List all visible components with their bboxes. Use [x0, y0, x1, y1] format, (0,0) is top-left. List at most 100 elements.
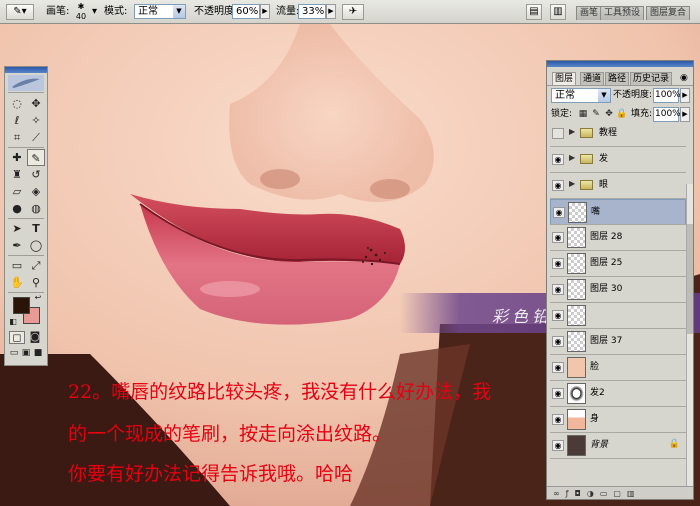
layer-row-selected[interactable]: ◉ 嘴: [550, 199, 686, 225]
panel-menu-icon[interactable]: ◉: [678, 72, 690, 85]
paint-bucket-tool-icon[interactable]: ◈: [27, 183, 45, 200]
eye-icon[interactable]: ◉: [552, 284, 564, 295]
layer-row[interactable]: ◉ ▶ 眼: [550, 173, 686, 199]
layer-style-icon[interactable]: ƒ: [566, 489, 575, 498]
brush-icon[interactable]: ✎▾: [6, 4, 34, 20]
panel-titlebar[interactable]: [547, 61, 693, 67]
fill-slider-button[interactable]: ▶: [680, 107, 690, 122]
layer-opacity-slider-button[interactable]: ▶: [680, 88, 690, 103]
brush-preset-picker[interactable]: ✱ 40: [72, 2, 90, 22]
default-colors-icon[interactable]: ◧: [8, 317, 18, 327]
layer-row[interactable]: ◉ 图层 37: [550, 329, 686, 355]
eye-icon[interactable]: ◉: [552, 258, 564, 269]
airbrush-icon[interactable]: ✈: [342, 4, 364, 20]
tab-brushes[interactable]: 画笔: [576, 6, 603, 20]
eye-icon[interactable]: ◉: [552, 180, 564, 191]
layer-list-scrollbar[interactable]: [686, 184, 693, 489]
fill-input[interactable]: 100%: [653, 107, 681, 122]
layer-row[interactable]: ▶ 教程: [550, 121, 686, 147]
tab-layers[interactable]: 图层: [552, 72, 577, 85]
layer-row[interactable]: ◉ 图层 25: [550, 251, 686, 277]
eye-icon[interactable]: ◉: [552, 362, 564, 373]
document-icon[interactable]: ▥: [550, 4, 566, 20]
layer-row[interactable]: ◉ ▶ 发: [550, 147, 686, 173]
brush-tool-icon[interactable]: ✎: [27, 149, 45, 166]
tab-channels[interactable]: 通道: [580, 72, 605, 85]
history-brush-tool-icon[interactable]: ↺: [27, 166, 45, 183]
layer-row[interactable]: ◉ 身: [550, 407, 686, 433]
swap-colors-icon[interactable]: ↩: [33, 293, 43, 303]
screen-mode-menu-icon[interactable]: ▣: [20, 347, 32, 360]
feather-logo-icon[interactable]: [8, 75, 44, 91]
type-tool-icon[interactable]: T: [27, 220, 45, 237]
eraser-tool-icon[interactable]: ▱: [8, 183, 26, 200]
screen-mode-full-icon[interactable]: ■: [32, 347, 44, 360]
lock-transparent-icon[interactable]: ▦: [577, 107, 589, 121]
tab-layer-comps[interactable]: 图层复合: [646, 6, 691, 20]
tab-paths[interactable]: 路径: [605, 72, 630, 85]
visibility-toggle[interactable]: [552, 128, 564, 139]
standard-mode-icon[interactable]: ◻: [9, 331, 25, 344]
layer-row[interactable]: ◉ 图层 28: [550, 225, 686, 251]
crop-tool-icon[interactable]: ⌗: [8, 129, 26, 146]
move-tool-icon[interactable]: ✥: [27, 95, 45, 112]
eyedropper-tool-icon[interactable]: ⤢: [27, 257, 45, 274]
flow-input[interactable]: 33%: [298, 4, 326, 19]
eye-icon[interactable]: ◉: [552, 388, 564, 399]
opacity-slider-button[interactable]: ▶: [260, 4, 270, 19]
foreground-color-swatch[interactable]: [13, 297, 30, 314]
tab-tool-presets[interactable]: 工具预设: [600, 6, 645, 20]
adjustment-layer-icon[interactable]: ◑: [587, 489, 600, 498]
path-selection-tool-icon[interactable]: ➤: [8, 220, 26, 237]
layer-opacity-input[interactable]: 100%: [653, 88, 681, 103]
lock-all-icon[interactable]: 🔒: [616, 107, 628, 121]
blur-tool-icon[interactable]: ●: [8, 200, 26, 217]
eye-icon[interactable]: ◉: [552, 440, 564, 451]
eye-icon[interactable]: ◉: [552, 154, 564, 165]
hand-tool-icon[interactable]: ✋: [8, 274, 26, 291]
new-group-icon[interactable]: ▭: [600, 489, 614, 498]
layer-row[interactable]: ◉ 脸: [550, 355, 686, 381]
slice-tool-icon[interactable]: ⟋: [27, 129, 45, 146]
chevron-down-icon[interactable]: ▾: [92, 4, 97, 19]
lasso-tool-icon[interactable]: ℓ: [8, 112, 26, 129]
eye-icon[interactable]: ◉: [552, 232, 564, 243]
lock-image-icon[interactable]: ✎: [590, 107, 602, 121]
shape-tool-icon[interactable]: ◯: [27, 237, 45, 254]
eye-icon[interactable]: ◉: [553, 207, 565, 218]
toolbox-titlebar[interactable]: [5, 67, 47, 73]
eye-icon[interactable]: ◉: [552, 310, 564, 321]
notes-tool-icon[interactable]: ▭: [8, 257, 26, 274]
lock-position-icon[interactable]: ✥: [603, 107, 615, 121]
layer-row[interactable]: ◉ 背景 🔒: [550, 433, 686, 459]
dodge-tool-icon[interactable]: ◍: [27, 200, 45, 217]
expand-triangle-icon[interactable]: ▶: [569, 127, 575, 136]
toolbox: ◌ ✥ ℓ ✧ ⌗ ⟋ ✚ ✎ ♜ ↺ ▱ ◈ ● ◍ ➤ T ✒ ◯ ▭ ⤢ …: [4, 66, 48, 366]
delete-layer-icon[interactable]: ▥: [627, 489, 641, 498]
eye-icon[interactable]: ◉: [552, 336, 564, 347]
magic-wand-tool-icon[interactable]: ✧: [27, 112, 45, 129]
tab-history[interactable]: 历史记录: [630, 72, 673, 85]
layer-mask-icon[interactable]: ◘: [575, 489, 587, 498]
healing-brush-tool-icon[interactable]: ✚: [8, 149, 26, 166]
quick-mask-mode-icon[interactable]: ◙: [27, 331, 43, 344]
new-layer-icon[interactable]: ▢: [613, 489, 627, 498]
screen-mode-standard-icon[interactable]: ▭: [8, 347, 20, 360]
expand-triangle-icon[interactable]: ▶: [569, 153, 575, 162]
clone-stamp-tool-icon[interactable]: ♜: [8, 166, 26, 183]
pen-tool-icon[interactable]: ✒: [8, 237, 26, 254]
blend-mode-select[interactable]: 正常 ▼: [551, 88, 611, 103]
flow-slider-button[interactable]: ▶: [326, 4, 336, 19]
link-layers-icon[interactable]: ∞: [553, 489, 566, 498]
expand-triangle-icon[interactable]: ▶: [569, 179, 575, 188]
layer-row[interactable]: ◉: [550, 303, 686, 329]
layer-row[interactable]: ◉ 图层 30: [550, 277, 686, 303]
scrollbar-thumb[interactable]: [687, 224, 693, 334]
mode-select[interactable]: 正常 ▼: [134, 4, 186, 19]
zoom-tool-icon[interactable]: ⚲: [27, 274, 45, 291]
eye-icon[interactable]: ◉: [552, 414, 564, 425]
opacity-input[interactable]: 60%: [232, 4, 260, 19]
layer-row[interactable]: ◉ 发2: [550, 381, 686, 407]
palette-well-icon[interactable]: ▤: [526, 4, 542, 20]
marquee-tool-icon[interactable]: ◌: [8, 95, 26, 112]
